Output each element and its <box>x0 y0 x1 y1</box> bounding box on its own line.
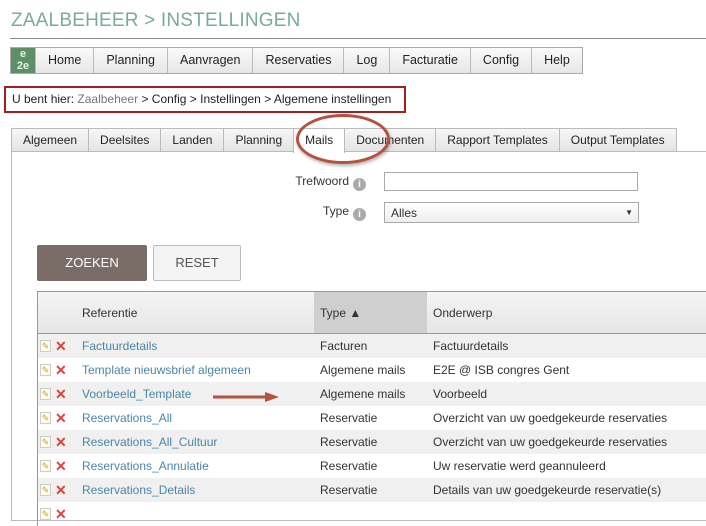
page-title: ZAALBEHEER > INSTELLINGEN <box>11 10 301 31</box>
breadcrumb-prefix: U bent hier: <box>12 92 75 106</box>
onderwerp-cell: Factuurdetails <box>433 339 509 353</box>
search-button[interactable]: ZOEKEN <box>37 245 147 281</box>
type-cell: Reservatie <box>320 435 378 449</box>
column-header-onderwerp[interactable]: Onderwerp <box>427 292 706 333</box>
nav-item-home[interactable]: Home <box>35 48 93 73</box>
table-row: ✎ ✕ Reservations_Annulatie Reservatie Uw res… <box>38 454 706 478</box>
referentie-link[interactable]: Factuurdetails <box>76 334 314 358</box>
divider <box>10 38 706 39</box>
type-cell: Algemene mails <box>320 387 406 401</box>
type-cell: Reservatie <box>320 411 378 425</box>
referentie-link[interactable] <box>76 502 314 526</box>
logo: e 2e <box>11 48 35 73</box>
delete-icon[interactable]: ✕ <box>55 454 67 478</box>
breadcrumb-home-link[interactable]: Zaalbeheer <box>77 92 138 106</box>
delete-icon[interactable]: ✕ <box>55 502 67 526</box>
tab-output-templates[interactable]: Output Templates <box>558 128 677 152</box>
onderwerp-cell: Overzicht van uw goedgekeurde reservatie… <box>433 435 668 449</box>
onderwerp-cell: Uw reservatie werd geannuleerd <box>433 459 606 473</box>
tab-algemeen[interactable]: Algemeen <box>11 128 90 152</box>
type-select-value: Alles <box>391 206 418 220</box>
trefwoord-input[interactable] <box>384 172 638 191</box>
annotation-circle <box>296 114 390 164</box>
onderwerp-cell: Details van uw goedgekeurde reservatie(s… <box>433 483 662 497</box>
type-cell: Reservatie <box>320 459 378 473</box>
type-cell <box>314 502 427 526</box>
edit-icon[interactable]: ✎ <box>40 340 51 352</box>
nav-item-facturatie[interactable]: Facturatie <box>389 48 470 73</box>
edit-icon[interactable]: ✎ <box>40 460 51 472</box>
type-label: Type i <box>286 204 366 221</box>
delete-icon[interactable]: ✕ <box>55 478 67 502</box>
info-icon[interactable]: i <box>353 208 366 221</box>
mails-table: Referentie Type ▲ Onderwerp ✎ ✕ Factuurdet… <box>37 291 706 526</box>
nav-item-planning[interactable]: Planning <box>93 48 167 73</box>
chevron-down-icon: ▼ <box>625 208 633 217</box>
edit-icon[interactable]: ✎ <box>40 412 51 424</box>
table-row: ✎ ✕ Reservations_All Reservatie Overzicht va… <box>38 406 706 430</box>
edit-icon[interactable]: ✎ <box>40 364 51 376</box>
edit-icon[interactable]: ✎ <box>40 484 51 496</box>
table-row: ✎ ✕ <box>38 502 706 526</box>
edit-icon[interactable]: ✎ <box>40 388 51 400</box>
edit-icon[interactable]: ✎ <box>40 508 51 520</box>
delete-icon[interactable]: ✕ <box>55 358 67 382</box>
type-select[interactable]: Alles ▼ <box>384 202 639 223</box>
annotation-arrow <box>213 392 279 402</box>
referentie-link[interactable]: Reservations_All_Cultuur <box>76 430 314 454</box>
nav-item-help[interactable]: Help <box>531 48 582 73</box>
table-row: ✎ ✕ Voorbeeld_Template Algemene mails Voorbe… <box>38 382 706 406</box>
referentie-link[interactable]: Reservations_All <box>76 406 314 430</box>
nav-item-aanvragen[interactable]: Aanvragen <box>167 48 252 73</box>
trefwoord-label: Trefwoord i <box>286 174 366 191</box>
nav-item-reservaties[interactable]: Reservaties <box>252 48 343 73</box>
type-cell: Algemene mails <box>320 363 406 377</box>
main-nav: e 2e Home Planning Aanvragen Reservaties Log F… <box>10 47 583 74</box>
table-row: ✎ ✕ Factuurdetails Facturen Factuurdetails <box>38 334 706 358</box>
delete-icon[interactable]: ✕ <box>55 406 67 430</box>
table-body: ✎ ✕ Factuurdetails Facturen Factuurdetails ✎ ✕… <box>38 334 706 526</box>
column-header-referentie[interactable]: Referentie <box>76 292 314 333</box>
onderwerp-cell: E2E @ ISB congres Gent <box>433 363 570 377</box>
referentie-link[interactable]: Reservations_Details <box>76 478 314 502</box>
table-header: Referentie Type ▲ Onderwerp <box>38 292 706 334</box>
referentie-link[interactable]: Template nieuwsbrief algemeen <box>76 358 314 382</box>
edit-icon[interactable]: ✎ <box>40 436 51 448</box>
tab-deelsites[interactable]: Deelsites <box>88 128 162 152</box>
table-row: ✎ ✕ Reservations_All_Cultuur Reservatie Over… <box>38 430 706 454</box>
referentie-link[interactable]: Reservations_Annulatie <box>76 454 314 478</box>
tab-planning[interactable]: Planning <box>223 128 295 152</box>
table-row: ✎ ✕ Template nieuwsbrief algemeen Algemene … <box>38 358 706 382</box>
tab-rapport-templates[interactable]: Rapport Templates <box>435 128 560 152</box>
tab-landen[interactable]: Landen <box>160 128 225 152</box>
breadcrumb: U bent hier: Zaalbeheer > Config > Inste… <box>4 86 406 113</box>
delete-icon[interactable]: ✕ <box>55 334 67 358</box>
nav-item-config[interactable]: Config <box>469 48 531 73</box>
info-icon[interactable]: i <box>353 178 366 191</box>
delete-icon[interactable]: ✕ <box>55 430 67 454</box>
onderwerp-cell: Overzicht van uw goedgekeurde reservatie… <box>433 411 668 425</box>
table-row: ✎ ✕ Reservations_Details Reservatie Details … <box>38 478 706 502</box>
column-header-type[interactable]: Type ▲ <box>314 292 427 333</box>
delete-icon[interactable]: ✕ <box>55 382 67 406</box>
onderwerp-cell: Voorbeeld <box>433 387 488 401</box>
breadcrumb-path: > Config > Instellingen > Algemene inste… <box>138 92 392 106</box>
nav-item-log[interactable]: Log <box>343 48 389 73</box>
onderwerp-cell <box>427 502 706 526</box>
reset-button[interactable]: RESET <box>153 245 241 281</box>
type-cell: Reservatie <box>320 483 378 497</box>
type-cell: Facturen <box>320 339 368 353</box>
